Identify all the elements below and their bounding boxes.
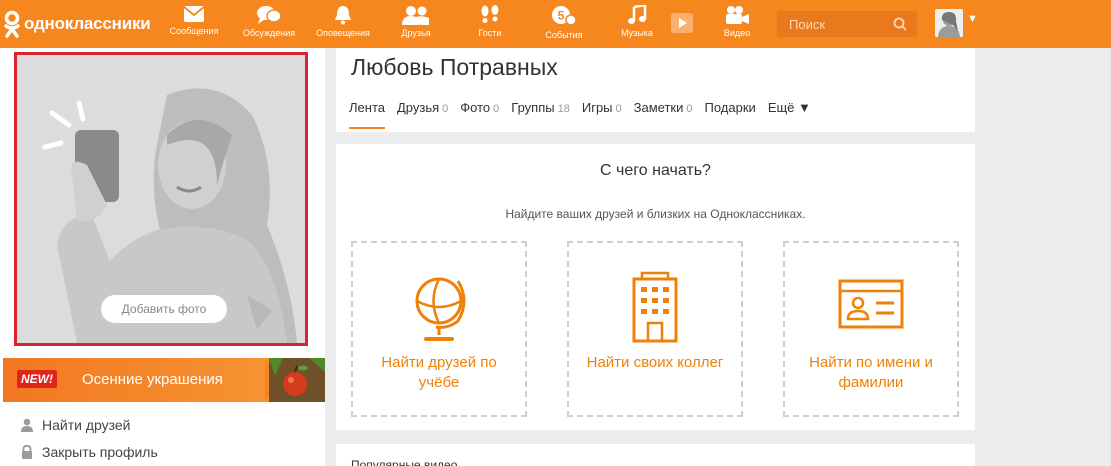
autumn-apple-icon: [269, 358, 325, 402]
tab-notes[interactable]: Заметки 0: [634, 100, 693, 129]
find-classmates-tile[interactable]: Найти друзей по учёбе: [351, 241, 527, 417]
id-card-icon: [838, 279, 904, 329]
nav-label: Сообщения: [169, 26, 219, 36]
find-by-name-tile[interactable]: Найти по имени и фамилии: [783, 241, 959, 417]
ok-logo[interactable]: одноклассники: [4, 8, 151, 40]
promo-banner[interactable]: NEW! Осенние украшения: [3, 358, 325, 402]
popular-videos-card: Популярные видео: [336, 444, 975, 466]
nav-events[interactable]: 5 События: [532, 5, 596, 40]
chevron-down-icon[interactable]: ▼: [967, 13, 978, 25]
nav-video[interactable]: Видео: [705, 5, 769, 38]
tab-label: Игры: [581, 100, 613, 115]
tile-label: Найти по имени и фамилии: [809, 354, 933, 391]
friends-icon: [402, 6, 429, 25]
search-placeholder: Поиск: [789, 17, 826, 32]
search-icon[interactable]: [893, 17, 907, 31]
nav-label: Гости: [478, 28, 502, 38]
nav-notifications[interactable]: Оповещения: [311, 5, 375, 38]
person-icon: [21, 418, 33, 432]
avatar-icon: [935, 9, 963, 37]
profile-name: Любовь Потравных: [351, 54, 558, 80]
nav-label: Обсуждения: [242, 28, 296, 38]
tab-gifts[interactable]: Подарки: [705, 100, 756, 129]
footprints-icon: [481, 5, 499, 23]
lock-icon: [22, 445, 32, 459]
getting-started-title: С чего начать?: [600, 162, 711, 179]
new-badge: NEW!: [17, 370, 57, 388]
add-photo-button[interactable]: Добавить фото: [101, 295, 227, 323]
chat-bubbles-icon: [257, 6, 282, 24]
events-icon: 5: [552, 6, 577, 26]
nav-label: Друзья: [401, 28, 431, 38]
getting-started-card: С чего начать? Найдите ваших друзей и бл…: [336, 144, 975, 430]
tab-count: 0: [493, 103, 500, 115]
nav-friends[interactable]: Друзья: [384, 5, 448, 38]
nav-label: События: [545, 30, 583, 40]
tab-games[interactable]: Игры 0: [582, 100, 622, 129]
tab-count: 18: [557, 103, 570, 115]
nav-music[interactable]: Музыка: [605, 5, 669, 38]
tab-count: 0: [615, 103, 622, 115]
tab-count: 0: [686, 103, 693, 115]
user-avatar[interactable]: [935, 9, 963, 37]
play-icon: [679, 18, 687, 28]
left-column: Добавить фото NEW! Осенние украшения Най…: [0, 48, 325, 466]
profile-header: Любовь Потравных Лента Друзья 0 Фото 0 Гру…: [336, 48, 975, 132]
find-friends-link[interactable]: Найти друзей: [20, 417, 131, 433]
tab-label: Группы: [511, 100, 555, 115]
profile-photo-placeholder[interactable]: Добавить фото: [14, 52, 308, 346]
tab-label: Друзья: [396, 100, 440, 115]
getting-started-subtitle: Найдите ваших друзей и близких на Однокл…: [505, 207, 806, 221]
office-building-icon: [632, 271, 678, 343]
tile-label: Найти друзей по учёбе: [381, 354, 497, 391]
music-note-icon: [628, 5, 647, 24]
nav-label: Оповещения: [316, 28, 370, 38]
tab-photos[interactable]: Фото 0: [460, 100, 499, 129]
popular-videos-title: Популярные видео: [351, 458, 458, 466]
envelope-icon: [183, 6, 205, 22]
video-camera-icon: [726, 6, 749, 24]
search-input[interactable]: Поиск: [777, 11, 917, 37]
tab-label: Ещё ▼: [767, 100, 811, 115]
tab-label: Подарки: [704, 100, 756, 115]
tab-label: Фото: [460, 100, 491, 115]
tab-count: 0: [442, 103, 449, 115]
promo-title: Осенние украшения: [82, 371, 223, 388]
find-friends-label: Найти друзей: [42, 417, 131, 433]
tile-label: Найти своих коллег: [586, 354, 724, 371]
profile-tabs: Лента Друзья 0 Фото 0 Группы 18 Игры 0 Замет…: [349, 100, 823, 129]
tab-more[interactable]: Ещё ▼: [768, 100, 811, 129]
logo-text: одноклассники: [24, 14, 151, 33]
nav-guests[interactable]: Гости: [458, 5, 522, 38]
nav-messages[interactable]: Сообщения: [162, 5, 226, 36]
tab-label: Лента: [349, 100, 385, 115]
tab-groups[interactable]: Группы 18: [511, 100, 570, 129]
bell-icon: [335, 6, 351, 25]
ok-logo-icon: [4, 10, 20, 38]
find-colleagues-tile[interactable]: Найти своих коллег: [567, 241, 743, 417]
close-profile-link[interactable]: Закрыть профиль: [20, 444, 158, 460]
events-badge-count: 5: [558, 9, 565, 23]
globe-icon: [415, 277, 466, 341]
nav-discussions[interactable]: Обсуждения: [237, 5, 301, 38]
nav-label: Музыка: [621, 28, 653, 38]
tab-friends[interactable]: Друзья 0: [397, 100, 448, 129]
promo-image: [269, 358, 325, 402]
music-play-button[interactable]: [671, 13, 693, 33]
tab-label: Заметки: [633, 100, 684, 115]
close-profile-label: Закрыть профиль: [42, 444, 158, 460]
nav-label: Видео: [723, 28, 751, 38]
top-bar: одноклассники Сообщения Обсуждения Опове…: [0, 0, 1111, 48]
tab-feed[interactable]: Лента: [349, 100, 385, 129]
